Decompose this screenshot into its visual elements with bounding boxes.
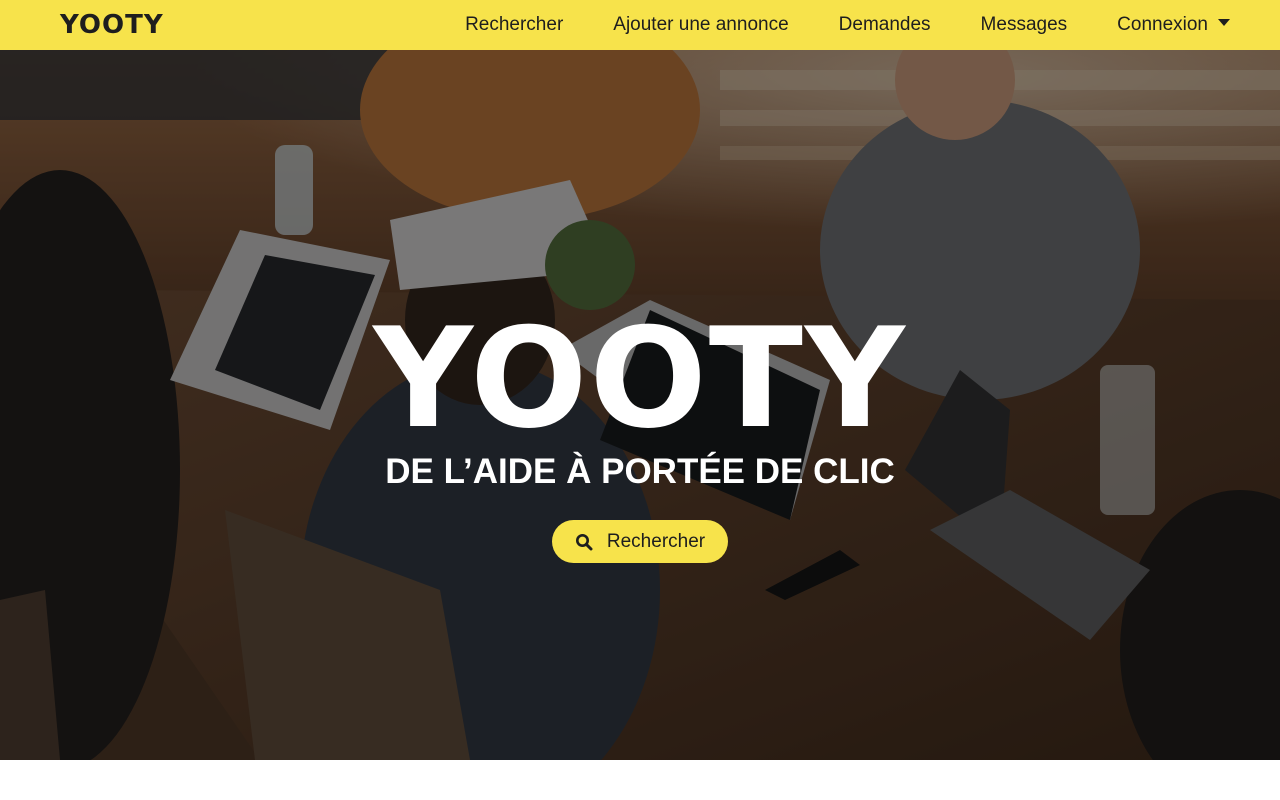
brand-logo[interactable]: YOOTY bbox=[60, 9, 164, 41]
nav-item-label: Connexion bbox=[1117, 14, 1208, 35]
nav-item-connexion-dropdown[interactable]: Connexion bbox=[1092, 0, 1230, 50]
top-navbar: YOOTY Rechercher Ajouter une annonce Dem… bbox=[0, 0, 1280, 50]
nav-item-label: Ajouter une annonce bbox=[613, 14, 789, 35]
nav-item-label: Rechercher bbox=[465, 14, 564, 35]
caret-down-icon bbox=[1218, 18, 1230, 26]
nav-item-label: Messages bbox=[980, 14, 1068, 35]
search-icon bbox=[575, 533, 593, 550]
nav-item-rechercher[interactable]: Rechercher bbox=[440, 0, 588, 50]
nav-item-demandes[interactable]: Demandes bbox=[814, 0, 956, 50]
search-button-label: Rechercher bbox=[606, 530, 706, 552]
hero-title: YOOTY bbox=[373, 298, 907, 459]
nav-item-label: Demandes bbox=[838, 14, 931, 35]
search-button[interactable]: Rechercher bbox=[552, 520, 728, 563]
nav-item-messages[interactable]: Messages bbox=[956, 0, 1093, 50]
hero-section: YOOTY DE L’AIDE À PORTÉE DE CLIC Recherc… bbox=[0, 50, 1280, 760]
hero-content: YOOTY DE L’AIDE À PORTÉE DE CLIC Recherc… bbox=[0, 298, 1280, 563]
hero-subtitle: DE L’AIDE À PORTÉE DE CLIC bbox=[385, 452, 895, 491]
main-nav: Rechercher Ajouter une annonce Demandes … bbox=[440, 0, 1230, 50]
nav-item-ajouter-annonce[interactable]: Ajouter une annonce bbox=[588, 0, 813, 50]
